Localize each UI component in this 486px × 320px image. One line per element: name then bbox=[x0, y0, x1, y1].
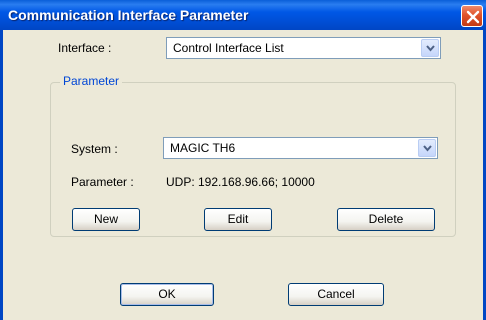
delete-button[interactable]: Delete bbox=[337, 208, 435, 231]
ok-button[interactable]: OK bbox=[120, 283, 214, 306]
interface-select[interactable]: Control Interface List bbox=[166, 37, 441, 59]
close-icon bbox=[466, 10, 480, 24]
interface-select-value: Control Interface List bbox=[173, 41, 284, 55]
parameter-label: Parameter : bbox=[71, 175, 134, 189]
system-dropdown-button[interactable] bbox=[418, 139, 436, 157]
interface-dropdown-button[interactable] bbox=[421, 39, 439, 57]
new-button[interactable]: New bbox=[72, 208, 140, 231]
system-select[interactable]: MAGIC TH6 bbox=[163, 137, 438, 159]
window-title: Communication Interface Parameter bbox=[8, 7, 249, 23]
parameter-group-legend: Parameter bbox=[60, 74, 123, 88]
cancel-button[interactable]: Cancel bbox=[288, 283, 384, 306]
parameter-value: UDP: 192.168.96.66; 10000 bbox=[166, 175, 315, 189]
chevron-down-icon bbox=[423, 145, 432, 152]
edit-button[interactable]: Edit bbox=[204, 208, 272, 231]
chevron-down-icon bbox=[426, 45, 435, 52]
system-label: System : bbox=[71, 142, 118, 156]
system-select-value: MAGIC TH6 bbox=[170, 141, 236, 155]
interface-label: Interface : bbox=[58, 41, 112, 55]
title-bar[interactable]: Communication Interface Parameter bbox=[0, 0, 486, 30]
close-button[interactable] bbox=[461, 5, 483, 27]
